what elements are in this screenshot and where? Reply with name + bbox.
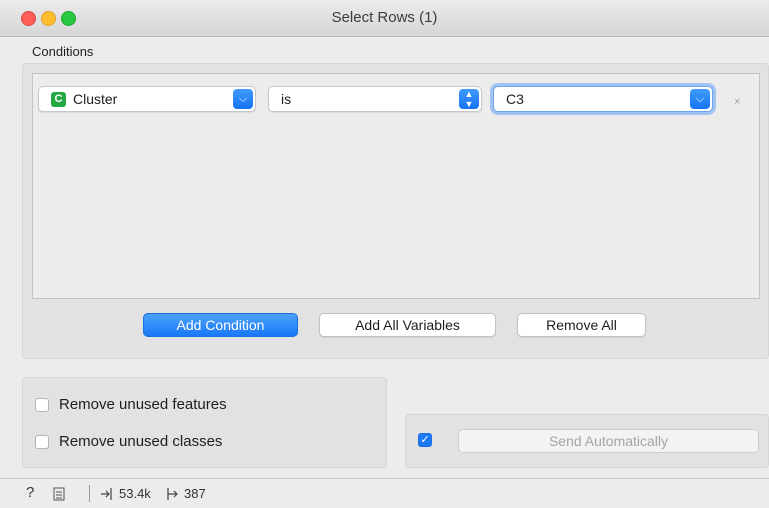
chevron-down-icon: ⌵ (233, 89, 253, 109)
operator-combobox[interactable]: is ▲ ▼ (268, 86, 482, 112)
remove-condition-button[interactable]: × (734, 96, 740, 108)
title-bar: Select Rows (1) (0, 0, 769, 37)
remove-all-button[interactable]: Remove All (517, 313, 646, 337)
remove-unused-features-checkbox[interactable] (35, 398, 49, 412)
remove-unused-features-label: Remove unused features (59, 396, 227, 413)
input-count: 53.4k (119, 486, 151, 501)
operator-value: is (281, 91, 292, 107)
value-value: C3 (506, 91, 524, 107)
output-count: 387 (184, 486, 206, 501)
remove-unused-classes-label: Remove unused classes (59, 433, 223, 450)
document-icon[interactable] (53, 487, 65, 501)
send-automatically-checkbox[interactable]: ✓ (418, 433, 432, 447)
input-data-icon (101, 488, 112, 500)
add-all-variables-button[interactable]: Add All Variables (319, 313, 496, 337)
up-down-chevron-icon: ▲ ▼ (459, 89, 479, 109)
add-condition-button[interactable]: Add Condition (143, 313, 298, 337)
chevron-down-icon: ⌵ (690, 89, 710, 109)
value-combobox[interactable]: C3 ⌵ (493, 86, 713, 112)
variable-combobox[interactable]: C Cluster ⌵ (38, 86, 256, 112)
window-title: Select Rows (1) (331, 9, 438, 26)
conditions-label: Conditions (32, 44, 94, 59)
categorical-variable-icon: C (51, 92, 66, 107)
status-separator (89, 485, 90, 502)
send-automatically-button[interactable]: Send Automatically (458, 429, 759, 453)
status-bar: ? 53.4k 387 (0, 478, 769, 508)
options-group (22, 377, 387, 468)
output-data-icon (167, 488, 178, 500)
variable-value: Cluster (73, 91, 118, 107)
select-rows-window: Select Rows (1) Conditions C Cluster ⌵ i… (0, 0, 769, 508)
remove-unused-classes-checkbox[interactable] (35, 435, 49, 449)
help-icon[interactable]: ? (26, 484, 34, 501)
